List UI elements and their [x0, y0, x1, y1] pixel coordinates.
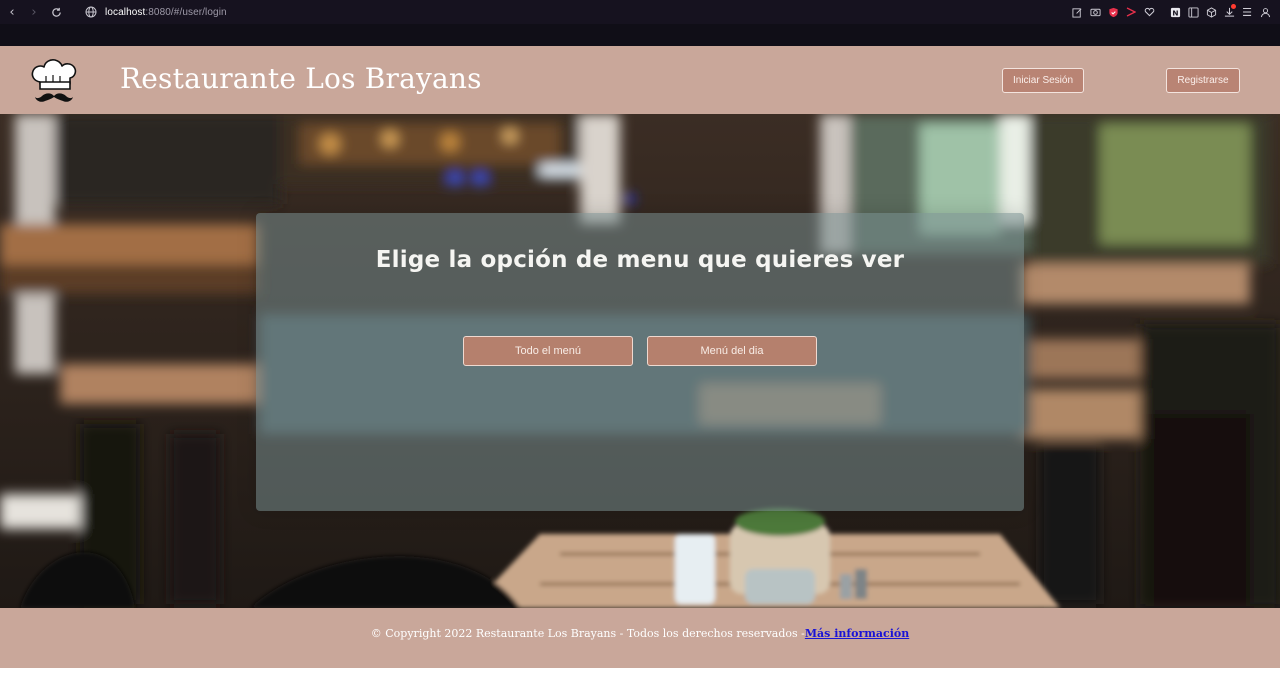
- browser-spacer: [0, 24, 1280, 46]
- edit-icon[interactable]: [1068, 0, 1086, 24]
- notification-dot: [1231, 4, 1236, 9]
- profile-icon[interactable]: [1256, 0, 1274, 24]
- notion-icon[interactable]: N: [1166, 0, 1184, 24]
- menu-selection-panel: Elige la opción de menu que quieres ver …: [256, 213, 1024, 511]
- more-info-link[interactable]: Más información: [805, 627, 909, 640]
- extension-icons: N ☰: [1068, 0, 1274, 24]
- camera-icon[interactable]: [1086, 0, 1104, 24]
- panel-heading: Elige la opción de menu que quieres ver: [375, 247, 905, 273]
- all-menu-button[interactable]: Todo el menú: [463, 336, 633, 366]
- play-icon[interactable]: [1122, 0, 1140, 24]
- daily-menu-button[interactable]: Menú del dia: [647, 336, 817, 366]
- hero-section: Elige la opción de menu que quieres ver …: [0, 114, 1280, 608]
- download-icon[interactable]: [1220, 0, 1238, 24]
- back-icon[interactable]: ‹: [1, 0, 23, 24]
- url-path: :8080/#/user/login: [145, 6, 227, 18]
- reload-icon[interactable]: [45, 0, 67, 24]
- site-footer: © Copyright 2022 Restaurante Los Brayans…: [0, 608, 1280, 668]
- address-bar[interactable]: localhost:8080/#/user/login: [105, 7, 227, 18]
- site-header: Restaurante Los Brayans Iniciar Sesión R…: [0, 46, 1280, 114]
- chef-hat-mustache-icon[interactable]: [22, 48, 86, 112]
- menu-icon[interactable]: ☰: [1238, 0, 1256, 24]
- reader-icon[interactable]: [1184, 0, 1202, 24]
- login-button[interactable]: Iniciar Sesión: [1002, 68, 1084, 93]
- forward-icon[interactable]: ›: [23, 0, 45, 24]
- heart-icon[interactable]: [1140, 0, 1158, 24]
- shield-icon[interactable]: [1104, 0, 1122, 24]
- browser-toolbar: ‹ › localhost:8080/#/user/login N ☰: [0, 0, 1280, 24]
- footer-copyright: © Copyright 2022 Restaurante Los Brayans…: [0, 627, 1280, 640]
- cube-icon[interactable]: [1202, 0, 1220, 24]
- copyright-text: © Copyright 2022 Restaurante Los Brayans…: [370, 627, 805, 640]
- svg-text:N: N: [1172, 8, 1178, 17]
- url-host: localhost: [105, 6, 146, 18]
- register-button[interactable]: Registrarse: [1166, 68, 1240, 93]
- globe-icon: [83, 4, 99, 20]
- site-title: Restaurante Los Brayans: [120, 62, 482, 95]
